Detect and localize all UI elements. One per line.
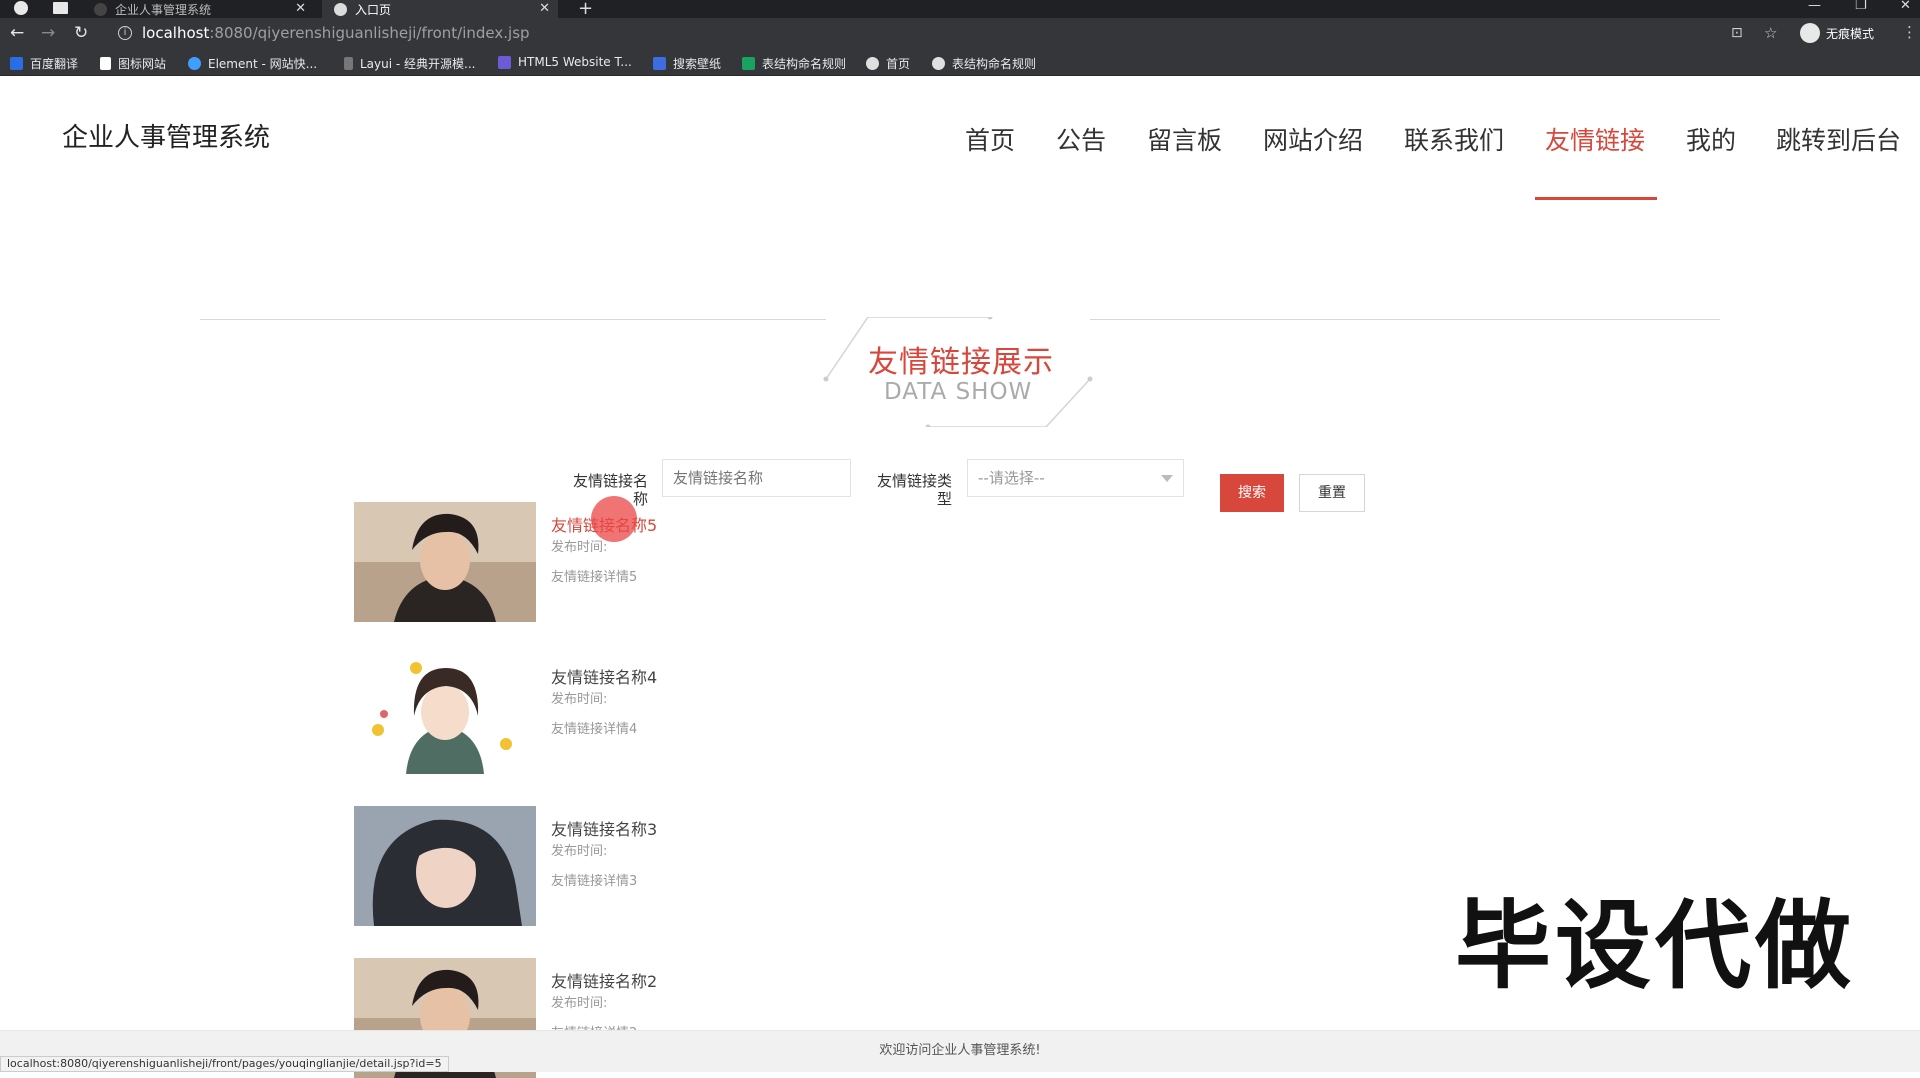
tab-strip-icon[interactable] <box>53 2 68 14</box>
bookmark-label: 表结构命名规则 <box>762 57 847 71</box>
bookmark-label: HTML5 Website T... <box>518 55 632 69</box>
close-tab-icon[interactable]: ✕ <box>295 1 306 16</box>
link-time-label: 发布时间: <box>551 540 608 555</box>
incognito-indicator[interactable]: 无痕模式 <box>1800 23 1874 43</box>
bookmark-item[interactable]: 表结构命名规则 <box>742 55 846 72</box>
link-detail: 友情链接详情4 <box>551 722 638 737</box>
window-close-icon[interactable]: ✕ <box>1900 0 1911 13</box>
minimize-icon[interactable]: — <box>1808 0 1821 13</box>
nav-friend-links[interactable]: 友情链接 <box>1545 121 1645 157</box>
layui-icon <box>344 57 353 70</box>
bookmark-item[interactable]: Layui - 经典开源模... <box>344 55 475 72</box>
wallpaper-icon <box>653 57 666 70</box>
tab-title: 入口页 <box>355 2 392 17</box>
tab-title: 企业人事管理系统 <box>115 2 212 17</box>
tab-globe-icon <box>334 2 347 16</box>
bookmark-item[interactable]: HTML5 Website T... <box>498 55 632 69</box>
link-name-input[interactable] <box>662 459 851 497</box>
link-thumbnail[interactable] <box>354 502 536 622</box>
nav-contact[interactable]: 联系我们 <box>1404 121 1504 157</box>
close-tab-icon[interactable]: ✕ <box>539 1 550 16</box>
translate-icon[interactable]: ⊡ <box>1731 25 1743 41</box>
restore-icon[interactable]: ❐ <box>1855 0 1867 13</box>
link-time-label: 发布时间: <box>551 996 608 1011</box>
menu-kebab-icon[interactable]: ⋮ <box>1902 23 1917 41</box>
url-host: localhost <box>142 24 210 42</box>
incognito-label: 无痕模式 <box>1826 26 1875 41</box>
nav-mine[interactable]: 我的 <box>1686 121 1736 157</box>
list-item[interactable]: 友情链接名称5 发布时间: 友情链接详情5 <box>354 502 1054 622</box>
tab-qiye[interactable]: 企业人事管理系统 ✕ <box>84 0 314 18</box>
browser-globe-icon <box>14 1 28 15</box>
link-time-label: 发布时间: <box>551 692 608 707</box>
link-name[interactable]: 友情链接名称2 <box>551 968 657 992</box>
section-title: 友情链接展示 <box>868 345 1054 380</box>
link-time-label: 发布时间: <box>551 844 608 859</box>
bookmark-label: 搜索壁纸 <box>673 57 722 71</box>
nav-admin[interactable]: 跳转到后台 <box>1776 121 1901 157</box>
active-nav-underline <box>1535 197 1657 200</box>
bookmark-label: 首页 <box>886 57 911 71</box>
translate-bookmark-icon <box>10 57 23 70</box>
browser-tab-bar: 企业人事管理系统 ✕ 入口页 ✕ + — ❐ ✕ <box>0 0 1920 19</box>
bookmark-label: 表结构命名规则 <box>952 57 1037 71</box>
link-detail: 友情链接详情3 <box>551 874 638 889</box>
bookmark-item[interactable]: 图标网站 <box>100 55 166 72</box>
click-highlight-cursor <box>591 496 637 542</box>
select-value: --请选择-- <box>978 469 1045 487</box>
list-item[interactable]: 友情链接名称4 发布时间: 友情链接详情4 <box>354 654 1054 774</box>
list-item[interactable]: 友情链接名称3 发布时间: 友情链接详情3 <box>354 806 1054 926</box>
element-icon <box>188 57 201 70</box>
link-thumbnail[interactable] <box>354 806 536 926</box>
link-thumbnail[interactable] <box>354 654 536 774</box>
nav-notice[interactable]: 公告 <box>1056 121 1106 157</box>
back-icon[interactable]: ← <box>10 23 24 43</box>
forward-icon[interactable]: → <box>41 23 55 43</box>
globe-icon <box>932 57 945 70</box>
search-button[interactable]: 搜索 <box>1220 474 1284 512</box>
section-header: 友情链接展示 DATA SHOW <box>0 257 1920 427</box>
nav-message-board[interactable]: 留言板 <box>1147 121 1222 157</box>
bookmarks-bar: 百度翻译 图标网站 Element - 网站快... Layui - 经典开源模… <box>0 48 1920 76</box>
bookmark-item[interactable]: 首页 <box>866 55 910 72</box>
sheet-icon <box>742 57 755 70</box>
reset-button[interactable]: 重置 <box>1299 474 1365 512</box>
watermark-text: 毕设代做 <box>1455 890 1855 1002</box>
bookmark-star-icon[interactable]: ☆ <box>1764 24 1777 42</box>
link-name[interactable]: 友情链接名称3 <box>551 816 657 840</box>
bookmark-label: 图标网站 <box>118 57 167 71</box>
chevron-down-icon <box>1161 475 1173 482</box>
link-detail: 友情链接详情5 <box>551 570 638 585</box>
url-field[interactable]: i localhost:8080/qiyerenshiguanlisheji/f… <box>108 22 1748 44</box>
html5-icon <box>498 55 511 69</box>
flag-icon <box>100 57 111 70</box>
status-bar-url: localhost:8080/qiyerenshiguanlisheji/fro… <box>0 1056 449 1072</box>
divider-right <box>1090 319 1720 320</box>
nav-about[interactable]: 网站介绍 <box>1263 121 1363 157</box>
globe-icon <box>866 57 879 70</box>
tab-favicon-icon <box>94 2 107 16</box>
bookmark-item[interactable]: Element - 网站快... <box>188 55 317 72</box>
url-path: :8080/qiyerenshiguanlisheji/front/index.… <box>209 24 530 42</box>
divider-left <box>200 319 826 320</box>
bookmark-item[interactable]: 表结构命名规则 <box>932 55 1036 72</box>
nav-home[interactable]: 首页 <box>965 121 1015 157</box>
reload-icon[interactable]: ↻ <box>74 23 88 43</box>
new-tab-button[interactable]: + <box>578 0 593 19</box>
bookmark-label: Element - 网站快... <box>208 57 318 71</box>
bookmark-label: 百度翻译 <box>30 57 79 71</box>
search-form: 友情链接名称 友情链接类型 --请选择-- 搜索 重置 <box>0 386 1920 512</box>
site-info-icon[interactable]: i <box>118 26 132 40</box>
tab-entry[interactable]: 入口页 ✕ <box>322 0 558 18</box>
browser-address-bar: ← → ↻ i localhost:8080/qiyerenshiguanlis… <box>0 18 1920 48</box>
site-logo[interactable]: 企业人事管理系统 <box>62 117 270 154</box>
incognito-icon <box>1800 23 1820 43</box>
bookmark-item[interactable]: 百度翻译 <box>10 55 78 72</box>
link-type-select[interactable]: --请选择-- <box>967 459 1184 497</box>
bookmark-label: Layui - 经典开源模... <box>360 57 476 71</box>
bookmark-item[interactable]: 搜索壁纸 <box>653 55 721 72</box>
link-name[interactable]: 友情链接名称4 <box>551 664 657 688</box>
